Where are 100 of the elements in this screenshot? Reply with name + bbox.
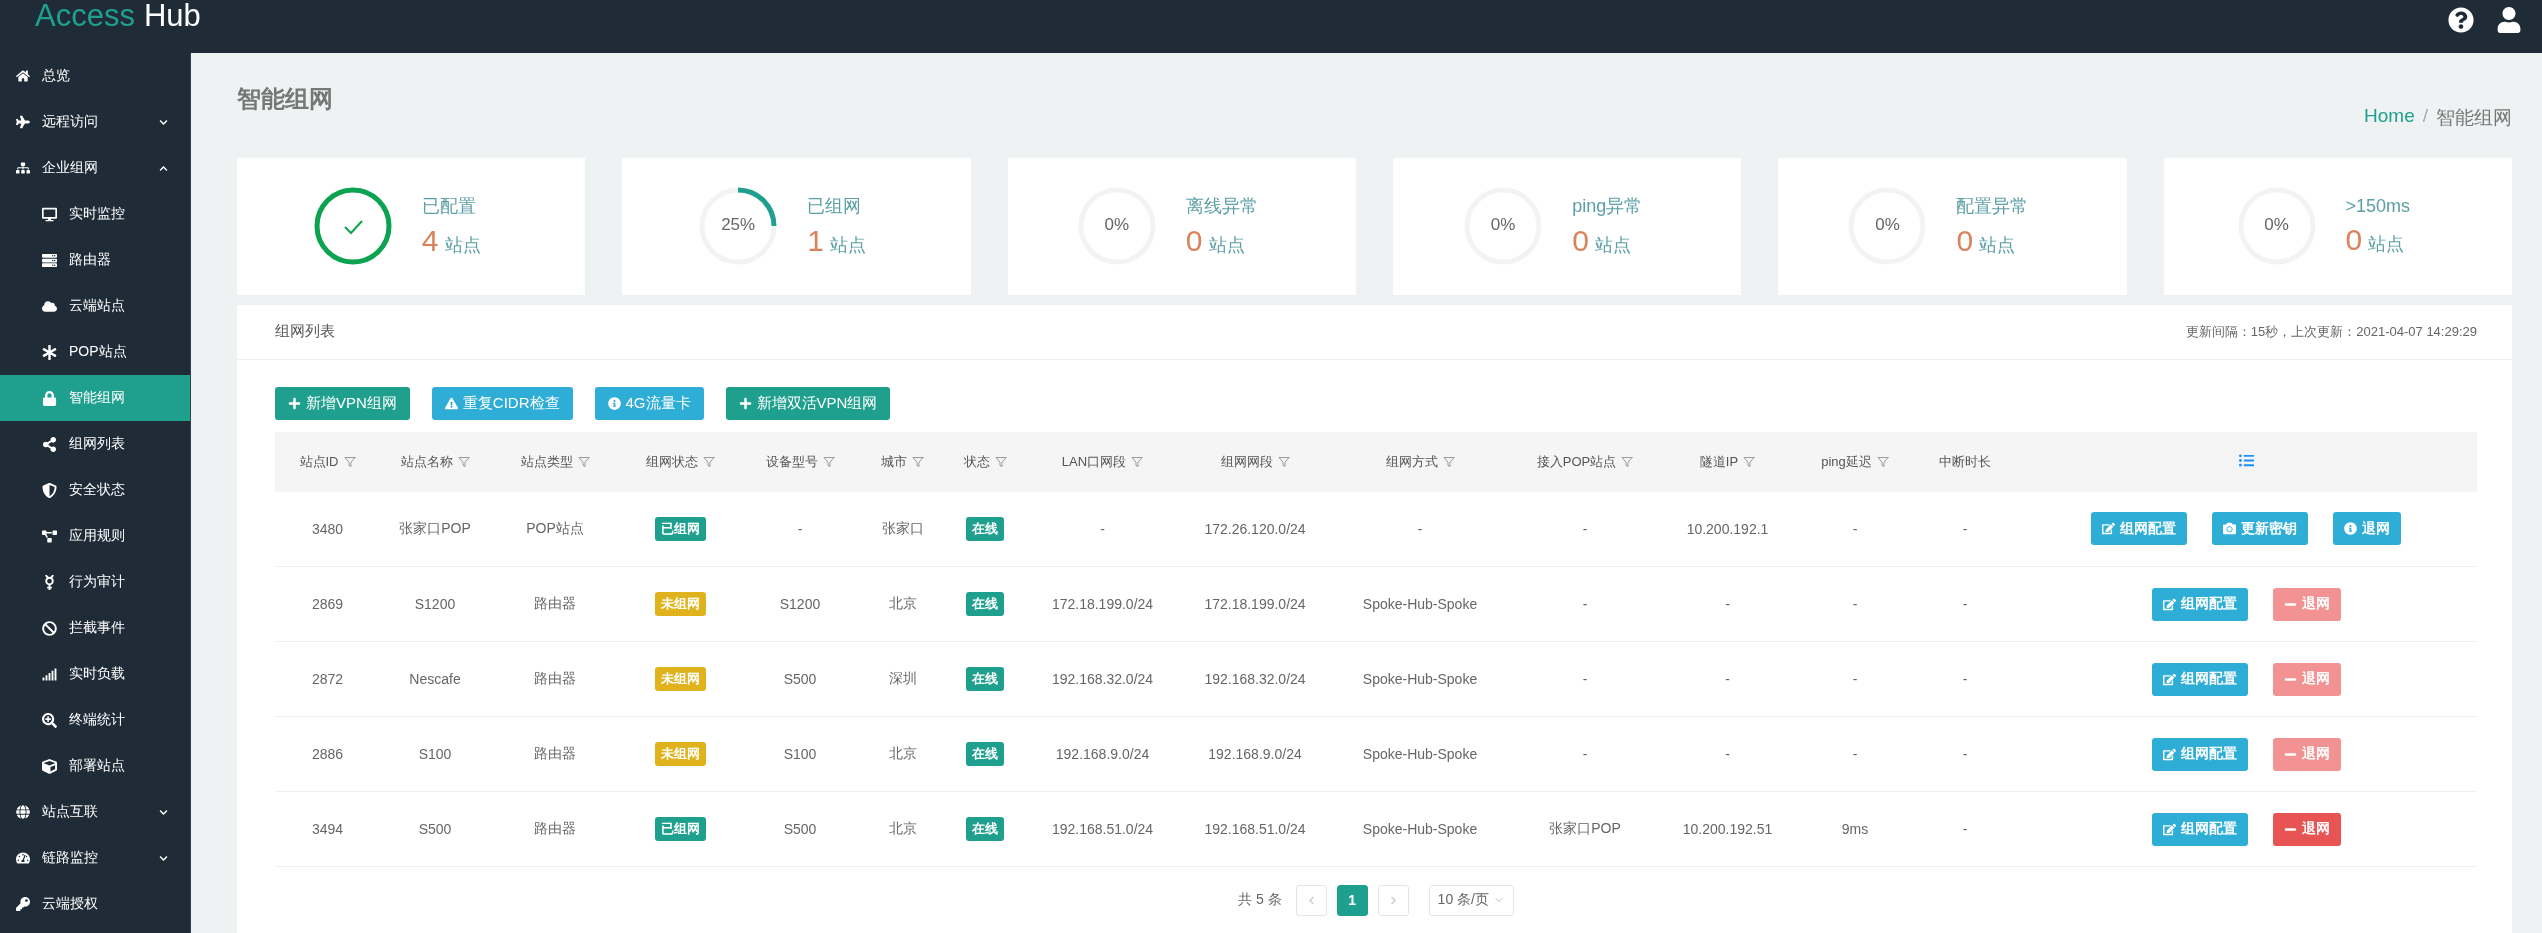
column-header: 状态	[945, 431, 1025, 492]
gauge-icon	[16, 851, 30, 865]
sidebar-item[interactable]: 智能组网	[0, 375, 190, 421]
column-header: 设备型号	[740, 431, 860, 492]
help-icon[interactable]	[2448, 6, 2474, 33]
filter-icon[interactable]	[343, 455, 356, 468]
edit-icon	[2162, 822, 2176, 836]
action-button[interactable]: 退网	[2272, 812, 2341, 846]
table-cell: -	[1510, 716, 1660, 792]
toolbar-button[interactable]: 新增双活VPN组网	[725, 386, 891, 420]
table-cell: 北京	[860, 791, 945, 867]
filter-icon[interactable]	[577, 455, 590, 468]
sidebar-item[interactable]: POP站点	[0, 329, 190, 375]
shield-icon	[42, 482, 57, 498]
status-badge: 在线	[966, 592, 1004, 616]
page-button[interactable]: 1	[1336, 884, 1368, 916]
table-cell: -	[1795, 641, 1915, 717]
sidebar-item[interactable]: 终端统计	[0, 697, 190, 743]
diagram-icon	[42, 528, 57, 544]
filter-icon[interactable]	[994, 455, 1007, 468]
table-cell: Spoke-Hub-Spoke	[1330, 641, 1510, 717]
sidebar-item[interactable]: 总览	[0, 53, 190, 99]
sidebar-item[interactable]: 拦截事件	[0, 605, 190, 651]
key-icon	[16, 897, 30, 911]
table-cell: 北京	[860, 566, 945, 642]
sidebar-item[interactable]: 路由器	[0, 237, 190, 283]
edit-icon	[2102, 522, 2115, 536]
table-cell: S500	[380, 791, 490, 867]
status-badge: 在线	[966, 742, 1004, 766]
sidebar-item[interactable]: 安全状态	[0, 467, 190, 513]
list-icon[interactable]	[2238, 452, 2254, 468]
edit-icon	[2162, 747, 2176, 761]
sidebar-item[interactable]: 站点互联	[0, 789, 190, 835]
status-badge: 未组网	[654, 742, 706, 766]
page-size-select[interactable]: 10 条/页	[1428, 884, 1514, 916]
sidebar-item[interactable]: 应用规则	[0, 513, 190, 559]
filter-icon[interactable]	[822, 455, 835, 468]
percent-text: 0%	[1103, 215, 1131, 236]
sidebar-item[interactable]: 链路监控	[0, 835, 190, 881]
stat-unit: 站点	[2368, 233, 2405, 256]
stat-value: 1	[807, 224, 824, 259]
sidebar-item[interactable]: 云端站点	[0, 283, 190, 329]
sidebar-item[interactable]: 部署站点	[0, 743, 190, 789]
sidebar-item[interactable]: 远程访问	[0, 99, 190, 145]
column-header: 组网方式	[1330, 431, 1510, 492]
page-title: 智能组网	[237, 84, 333, 114]
column-header: 隧道IP	[1660, 431, 1795, 492]
gender-icon	[42, 574, 57, 590]
table-cell: -	[1915, 641, 2015, 717]
filter-icon[interactable]	[702, 455, 715, 468]
table-cell: 张家口POP	[1510, 791, 1660, 867]
edit-icon	[2162, 597, 2176, 611]
filter-icon[interactable]	[1743, 455, 1756, 468]
table-cell: -	[1025, 491, 1180, 567]
sidebar-item[interactable]: 组网列表	[0, 421, 190, 467]
table-cell: -	[1660, 641, 1795, 717]
status-badge: 未组网	[654, 667, 706, 691]
toolbar-button[interactable]: 新增VPN组网	[275, 386, 410, 420]
status-badge: 在线	[966, 516, 1004, 541]
table-cell: S100	[380, 716, 490, 792]
sidebar-item[interactable]: 行为审计	[0, 559, 190, 605]
filter-icon[interactable]	[1621, 455, 1634, 468]
stat-label: >150ms	[2345, 196, 2411, 217]
stat-label: 已配置	[421, 195, 477, 219]
plus-icon	[288, 396, 301, 410]
zoom-in-icon	[42, 712, 57, 728]
sidebar-item[interactable]: 实时监控	[0, 191, 190, 237]
sidebar-item[interactable]: 云端授权	[0, 881, 190, 927]
user-icon[interactable]	[2496, 6, 2522, 33]
column-header: 城市	[860, 431, 945, 492]
column-header: LAN口网段	[1025, 431, 1180, 492]
table-cell: 北京	[860, 716, 945, 792]
status-badge: 在线	[966, 817, 1004, 841]
breadcrumb-current: 智能组网	[2436, 106, 2512, 129]
table-cell: -	[740, 491, 860, 567]
filter-icon[interactable]	[912, 455, 924, 468]
column-header: 接入POP站点	[1510, 431, 1660, 492]
table-cell: S500	[740, 641, 860, 717]
panel-title: 组网列表	[275, 322, 335, 341]
table-cell: 路由器	[490, 641, 620, 717]
update-info: 更新间隔：15秒，上次更新：2021-04-07 14:29:29	[2185, 322, 2477, 341]
filter-icon[interactable]	[1131, 455, 1144, 468]
filter-icon[interactable]	[1876, 455, 1889, 468]
cloud-icon	[42, 298, 57, 314]
sidebar-item[interactable]: 实时负载	[0, 651, 190, 697]
chevron-right-icon	[1388, 895, 1398, 905]
table-cell: -	[1795, 491, 1915, 567]
filter-icon[interactable]	[1442, 455, 1455, 468]
table-cell: 172.18.199.0/24	[1025, 566, 1180, 642]
table-cell: Spoke-Hub-Spoke	[1330, 716, 1510, 792]
table-cell: 192.168.51.0/24	[1025, 791, 1180, 867]
table-cell: 2886	[275, 716, 380, 792]
table-cell: 2869	[275, 566, 380, 642]
filter-icon[interactable]	[457, 455, 470, 468]
stat-unit: 站点	[1208, 234, 1245, 258]
table-cell: 10.200.192.51	[1660, 791, 1795, 867]
table-cell: 3494	[275, 791, 380, 867]
filter-icon[interactable]	[1277, 455, 1290, 468]
column-header: 中断时长	[1915, 431, 2015, 492]
sidebar-item[interactable]: 企业组网	[0, 145, 190, 191]
